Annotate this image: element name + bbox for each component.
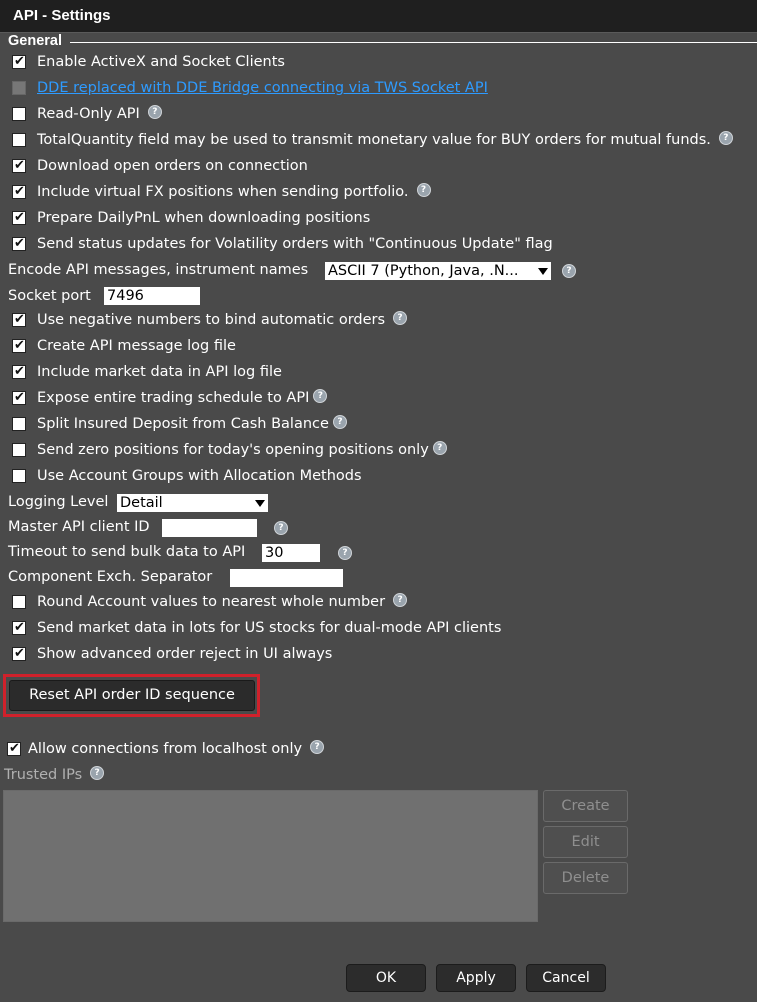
send-zero-positions-label: Send zero positions for today's opening … <box>37 442 429 458</box>
trusted-ips-label: Trusted IPs <box>4 767 83 783</box>
split-insured-checkbox[interactable] <box>12 417 26 431</box>
component-separator-label: Component Exch. Separator <box>8 569 213 585</box>
help-icon[interactable]: ? <box>432 441 447 455</box>
component-separator-input[interactable] <box>230 569 343 587</box>
timeout-bulk-label: Timeout to send bulk data to API <box>8 544 246 560</box>
ok-button[interactable]: OK <box>346 964 426 992</box>
chevron-down-icon <box>538 268 548 275</box>
total-quantity-label: TotalQuantity field may be used to trans… <box>37 132 711 148</box>
round-account-checkbox[interactable] <box>12 595 26 609</box>
total-quantity-checkbox[interactable] <box>12 133 26 147</box>
help-icon[interactable]: ? <box>313 389 328 403</box>
help-icon[interactable]: ? <box>310 740 325 754</box>
create-log-checkbox[interactable] <box>12 335 26 357</box>
expose-schedule-checkbox[interactable] <box>12 387 26 409</box>
cancel-button[interactable]: Cancel <box>526 964 606 992</box>
master-client-id-input[interactable] <box>162 519 257 537</box>
create-button[interactable]: Create <box>543 790 628 822</box>
chevron-down-icon <box>255 500 265 507</box>
negative-numbers-label: Use negative numbers to bind automatic o… <box>37 312 386 328</box>
window-title: API - Settings <box>13 7 111 24</box>
timeout-bulk-input[interactable]: 30 <box>262 544 320 562</box>
split-insured-label: Split Insured Deposit from Cash Balance <box>37 416 329 432</box>
help-icon[interactable]: ? <box>90 766 105 780</box>
encode-api-label: Encode API messages, instrument names <box>8 262 309 278</box>
round-account-label: Round Account values to nearest whole nu… <box>37 594 386 610</box>
prepare-dailypnl-checkbox[interactable] <box>12 207 26 229</box>
help-icon[interactable]: ? <box>416 183 431 197</box>
title-bar: API - Settings <box>0 0 757 33</box>
help-icon[interactable]: ? <box>274 521 288 535</box>
read-only-checkbox[interactable] <box>12 107 26 121</box>
encode-api-dropdown[interactable]: ASCII 7 (Python, Java, .N... <box>325 262 551 280</box>
allow-localhost-label: Allow connections from localhost only <box>28 741 303 757</box>
section-title-general: General <box>8 33 68 49</box>
trusted-ips-list[interactable] <box>3 790 538 922</box>
help-icon[interactable]: ? <box>332 415 347 429</box>
enable-activex-checkbox[interactable] <box>12 51 26 73</box>
account-groups-checkbox[interactable] <box>12 469 26 483</box>
edit-button[interactable]: Edit <box>543 826 628 858</box>
dde-checkbox <box>12 81 26 95</box>
logging-level-dropdown[interactable]: Detail <box>117 494 268 512</box>
include-market-data-label: Include market data in API log file <box>37 364 282 380</box>
logging-level-label: Logging Level <box>8 494 109 510</box>
prepare-dailypnl-label: Prepare DailyPnL when downloading positi… <box>37 210 371 226</box>
show-reject-label: Show advanced order reject in UI always <box>37 646 333 662</box>
send-status-vol-label: Send status updates for Volatility order… <box>37 236 553 252</box>
help-icon[interactable]: ? <box>718 131 733 145</box>
download-open-orders-checkbox[interactable] <box>12 155 26 177</box>
help-icon[interactable]: ? <box>338 546 352 560</box>
send-status-vol-checkbox[interactable] <box>12 233 26 255</box>
dde-bridge-link[interactable]: DDE replaced with DDE Bridge connecting … <box>37 77 488 99</box>
include-virtual-fx-label: Include virtual FX positions when sendin… <box>37 184 409 200</box>
socket-port-input[interactable]: 7496 <box>104 287 200 305</box>
read-only-label: Read-Only API <box>37 106 140 122</box>
include-virtual-fx-checkbox[interactable] <box>12 181 26 203</box>
create-log-label: Create API message log file <box>37 338 236 354</box>
send-market-lots-label: Send market data in lots for US stocks f… <box>37 620 502 636</box>
section-divider <box>70 42 757 43</box>
send-zero-positions-checkbox[interactable] <box>12 443 26 457</box>
socket-port-label: Socket port <box>8 288 91 304</box>
master-client-id-label: Master API client ID <box>8 519 150 535</box>
help-icon[interactable]: ? <box>147 105 162 119</box>
encode-api-value: ASCII 7 (Python, Java, .N... <box>328 263 519 279</box>
trusted-ips-header: Trusted IPs? <box>4 764 105 786</box>
reset-api-order-id-button[interactable]: Reset API order ID sequence <box>9 680 255 711</box>
account-groups-label: Use Account Groups with Allocation Metho… <box>37 468 362 484</box>
help-icon[interactable]: ? <box>393 311 408 325</box>
apply-button[interactable]: Apply <box>436 964 516 992</box>
allow-localhost-checkbox[interactable] <box>7 738 21 760</box>
download-open-orders-label: Download open orders on connection <box>37 158 308 174</box>
show-reject-checkbox[interactable] <box>12 643 26 665</box>
send-market-lots-checkbox[interactable] <box>12 617 26 639</box>
expose-schedule-label: Expose entire trading schedule to API <box>37 390 310 406</box>
include-market-data-checkbox[interactable] <box>12 361 26 383</box>
delete-button[interactable]: Delete <box>543 862 628 894</box>
enable-activex-label: Enable ActiveX and Socket Clients <box>37 54 285 70</box>
help-icon[interactable]: ? <box>393 593 408 607</box>
help-icon[interactable]: ? <box>562 264 576 278</box>
negative-numbers-checkbox[interactable] <box>12 309 26 331</box>
logging-level-value: Detail <box>120 495 163 511</box>
